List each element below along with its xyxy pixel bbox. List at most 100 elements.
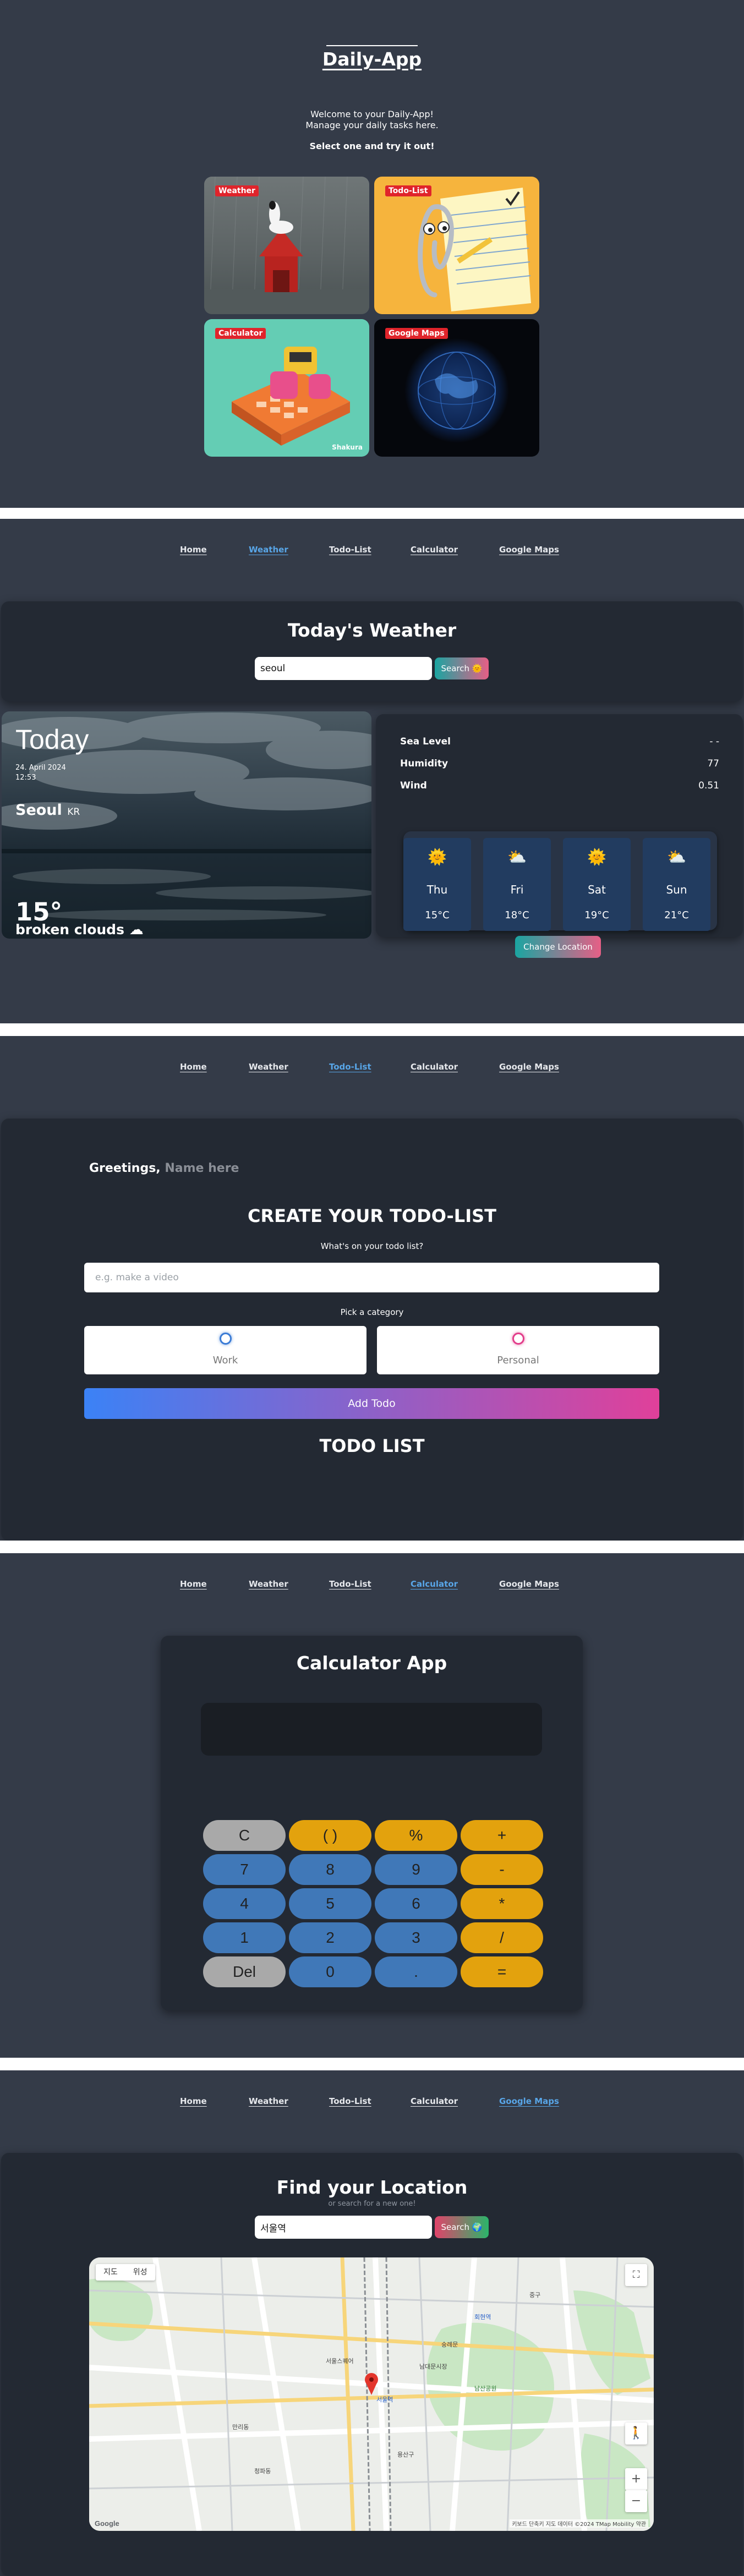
maps-card[interactable]: Google Maps <box>374 319 539 457</box>
fullscreen-icon[interactable]: ⛶ <box>625 2264 647 2286</box>
map-label: 남대문시장 <box>419 2363 447 2370</box>
calc-key[interactable]: C <box>203 1820 286 1851</box>
category-personal[interactable]: Personal <box>377 1326 659 1374</box>
todo-section: Home Weather Todo-List Calculator Google… <box>0 1036 744 1541</box>
todo-card[interactable]: Todo-List <box>374 177 539 314</box>
stat-wind: Wind 0.51 <box>400 780 719 791</box>
calc-key[interactable]: / <box>461 1922 543 1953</box>
nav-weather[interactable]: Weather <box>249 1579 288 1589</box>
forecast-temp: 18°C <box>505 909 529 921</box>
category-prompt: Pick a category <box>340 1307 404 1317</box>
personal-radio[interactable] <box>512 1333 524 1345</box>
map-attribution[interactable]: 키보드 단축키 지도 데이터 ©2024 TMap Mobility 약관 <box>510 2519 648 2528</box>
nav-todo-list[interactable]: Todo-List <box>329 545 371 555</box>
today-date: 24. April 2024 <box>15 764 66 772</box>
maps-search-button[interactable]: Search 🌍 <box>435 2216 489 2238</box>
calc-key[interactable]: 5 <box>289 1888 371 1919</box>
nav-google-maps[interactable]: Google Maps <box>499 1579 559 1589</box>
google-map[interactable]: 서울역 남대문시장 숭례문 서울스퀘어 회현역 용산구 중구 남산공원 만리동 … <box>89 2257 654 2531</box>
cloud-icon: ☁ <box>129 922 144 938</box>
work-radio[interactable] <box>219 1333 232 1345</box>
calc-key[interactable]: ( ) <box>289 1820 371 1851</box>
forecast-day: 🌞 Sat 19°C <box>563 838 631 931</box>
zoom-out-icon[interactable]: − <box>625 2490 647 2512</box>
nav-weather[interactable]: Weather <box>249 1062 288 1072</box>
country-code: KR <box>67 807 80 818</box>
maps-title: Find your Location <box>276 2177 468 2198</box>
forecast-day: 🌞 Thu 15°C <box>403 838 471 931</box>
nav-weather[interactable]: Weather <box>249 2096 288 2106</box>
todo-list-title: TODO LIST <box>319 1435 425 1456</box>
glowing-globe-illustration <box>404 338 509 443</box>
map-label: 중구 <box>529 2292 541 2299</box>
calc-key[interactable]: 7 <box>203 1854 286 1885</box>
add-todo-button[interactable]: Add Todo <box>84 1388 659 1419</box>
calc-key[interactable]: 3 <box>375 1922 457 1953</box>
today-heading: Today <box>15 724 89 755</box>
top-nav: Home Weather Todo-List Calculator Google… <box>0 1579 744 1596</box>
card-label-todo: Todo-List <box>385 185 431 196</box>
forecast-day: ⛅ Sun 21°C <box>643 838 710 931</box>
cloud-icon: ⛅ <box>667 848 686 866</box>
weather-title: Today's Weather <box>287 620 457 641</box>
calc-key[interactable]: 6 <box>375 1888 457 1919</box>
map-label: 서울스퀘어 <box>326 2358 354 2365</box>
forecast-day-name: Fri <box>510 883 524 896</box>
card-label-calculator: Calculator <box>215 328 266 339</box>
calc-key[interactable]: 8 <box>289 1854 371 1885</box>
forecast-day: ⛅ Fri 18°C <box>483 838 551 931</box>
calc-key[interactable]: = <box>461 1956 543 1987</box>
map-tab-satellite[interactable]: 위성 <box>125 2264 155 2281</box>
nav-calculator[interactable]: Calculator <box>411 1579 458 1589</box>
calc-key[interactable]: * <box>461 1888 543 1919</box>
calc-key[interactable]: - <box>461 1854 543 1885</box>
maps-subtitle: or search for a new one! <box>328 2200 416 2208</box>
nav-home[interactable]: Home <box>180 545 207 555</box>
calc-key[interactable]: 2 <box>289 1922 371 1953</box>
nav-calculator[interactable]: Calculator <box>411 2096 458 2106</box>
nav-calculator[interactable]: Calculator <box>411 545 458 555</box>
nav-google-maps[interactable]: Google Maps <box>499 1062 559 1072</box>
nav-todo-list[interactable]: Todo-List <box>329 1062 371 1072</box>
nav-google-maps[interactable]: Google Maps <box>499 2096 559 2106</box>
search-label: Search <box>441 664 470 673</box>
stat-label: Wind <box>400 780 427 791</box>
nav-calculator[interactable]: Calculator <box>411 1062 458 1072</box>
nav-todo-list[interactable]: Todo-List <box>329 1579 371 1589</box>
nav-todo-list[interactable]: Todo-List <box>329 2096 371 2106</box>
map-label: 서울역 <box>376 2396 393 2403</box>
top-nav: Home Weather Todo-List Calculator Google… <box>0 545 744 561</box>
change-location-button[interactable]: Change Location <box>515 936 601 958</box>
nav-weather[interactable]: Weather <box>249 545 288 555</box>
location-search-input[interactable] <box>255 2216 432 2239</box>
weather-search-button[interactable]: Search 🌞 <box>435 657 489 679</box>
calc-key[interactable]: . <box>375 1956 457 1987</box>
calc-key[interactable]: 4 <box>203 1888 286 1919</box>
calc-key[interactable]: Del <box>203 1956 286 1987</box>
forecast-temp: 19°C <box>584 909 609 921</box>
category-work[interactable]: Work <box>84 1326 366 1374</box>
calc-key[interactable]: 1 <box>203 1922 286 1953</box>
weather-card[interactable]: Weather <box>204 177 369 314</box>
todo-input[interactable] <box>84 1263 659 1292</box>
calculator-card[interactable]: Calculator Shakura <box>204 319 369 457</box>
map-tab-map[interactable]: 지도 <box>96 2264 125 2281</box>
stat-value: - - <box>709 736 719 747</box>
nav-home[interactable]: Home <box>180 1579 207 1589</box>
calc-key[interactable]: + <box>461 1820 543 1851</box>
weather-details-panel: Sea Level - - Humidity 77 Wind 0.51 🌞 Thu 1… <box>376 714 743 937</box>
nav-home[interactable]: Home <box>180 1062 207 1072</box>
forecast-day-name: Sat <box>588 883 606 896</box>
calc-key[interactable]: % <box>375 1820 457 1851</box>
street-view-pegman-icon[interactable]: 🚶 <box>625 2422 647 2445</box>
map-label: 용산구 <box>397 2451 414 2458</box>
name-input[interactable]: Name here <box>165 1161 239 1175</box>
calc-key[interactable]: 0 <box>289 1956 371 1987</box>
home-section: Daily-App Welcome to your Daily-App! Man… <box>0 0 744 508</box>
city-search-input[interactable] <box>255 657 432 680</box>
nav-google-maps[interactable]: Google Maps <box>499 545 559 555</box>
forecast-day-name: Thu <box>426 883 448 896</box>
zoom-in-icon[interactable]: + <box>625 2468 647 2490</box>
calc-key[interactable]: 9 <box>375 1854 457 1885</box>
nav-home[interactable]: Home <box>180 2096 207 2106</box>
